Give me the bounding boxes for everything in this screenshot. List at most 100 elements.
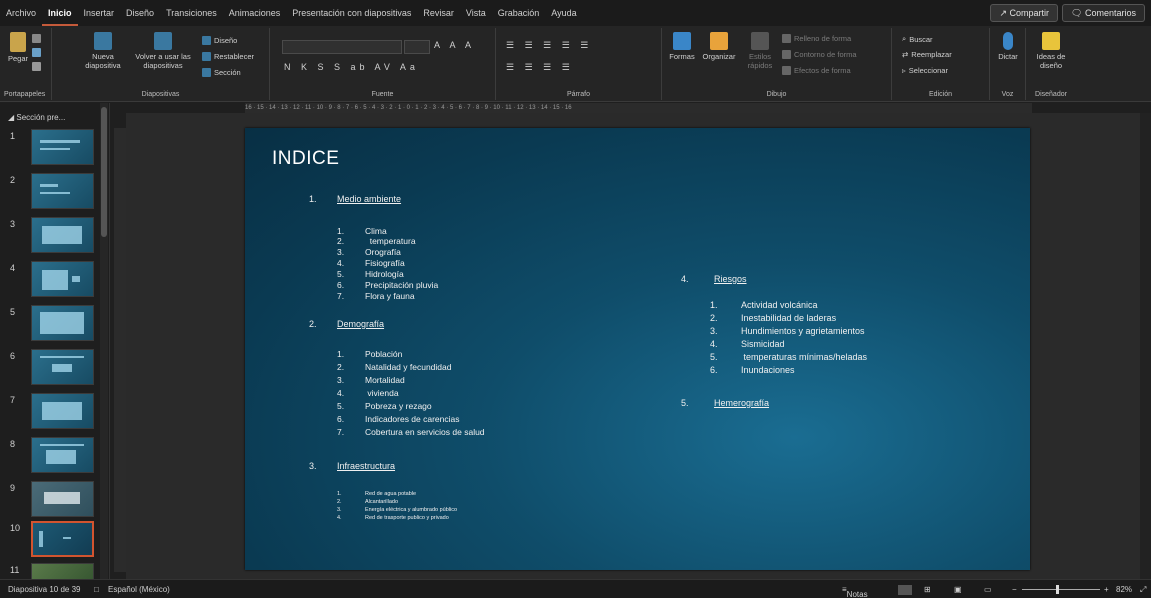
slide-thumbnail[interactable]: 2 [0, 173, 100, 211]
section-header[interactable]: ◢ Sección pre... [8, 113, 65, 122]
quick-styles-button[interactable]: Estilos rápidos [742, 32, 778, 70]
slide-thumbnail[interactable]: 3 [0, 217, 100, 255]
tab-revisar[interactable]: Revisar [417, 0, 460, 26]
layout-button[interactable]: Diseño [202, 36, 237, 45]
editing-label: Edición [929, 91, 952, 98]
tab-vista[interactable]: Vista [460, 0, 492, 26]
section-heading[interactable]: 5. Hemerografía [681, 398, 881, 408]
font-format-buttons[interactable]: N K S S ab AV Aa [284, 62, 419, 72]
zoom-level[interactable]: 82% [1116, 585, 1132, 594]
fill-icon [782, 34, 791, 43]
tab-presentacion[interactable]: Presentación con diapositivas [286, 0, 417, 26]
list-item: 2. temperatura [337, 236, 416, 246]
voice-label: Voz [1001, 91, 1014, 98]
slide-title[interactable]: INDICE [272, 148, 339, 170]
tab-transiciones[interactable]: Transiciones [160, 0, 223, 26]
tab-animaciones[interactable]: Animaciones [223, 0, 287, 26]
list-item: 4. Red de trasporte publico y privado [337, 515, 449, 521]
canvas-scrollbar[interactable] [1140, 113, 1151, 579]
clipboard-group: Pegar Portapapeles [0, 28, 52, 100]
horizontal-ruler: 16 · 15 · 14 · 13 · 12 · 11 · 10 · 9 · 8… [245, 103, 1032, 113]
shapes-button[interactable]: Formas [666, 32, 698, 61]
list-item: 2. Alcantarillado [337, 499, 399, 505]
format-painter-icon[interactable] [32, 62, 41, 71]
slide-thumbnails-panel: ◢ Sección pre... 1 2 3 4 5 6 7 8 9 10 11 [0, 103, 110, 579]
list-item: 7. Flora y fauna [337, 291, 415, 301]
status-bar: Diapositiva 10 de 39 □ Español (México) … [0, 579, 1151, 598]
reset-icon [202, 52, 211, 61]
reuse-slides-button[interactable]: Volver a usar las diapositivas [128, 32, 198, 70]
find-button[interactable]: ⌕ Buscar [902, 34, 933, 44]
share-button[interactable]: ↗ Compartir [990, 4, 1059, 22]
search-icon: ⌕ [902, 34, 907, 43]
tab-inicio[interactable]: Inicio [42, 0, 78, 26]
drawing-label: Dibujo [766, 91, 787, 98]
font-name-select[interactable] [282, 40, 402, 54]
section-button[interactable]: Sección [202, 68, 241, 77]
arrange-button[interactable]: Organizar [700, 32, 738, 61]
comments-button[interactable]: 🗨 Comentarios [1062, 4, 1145, 22]
replace-button[interactable]: ⇄ Reemplazar [902, 50, 952, 59]
design-ideas-icon [1042, 32, 1060, 50]
tab-archivo[interactable]: Archivo [0, 0, 42, 26]
tab-grabacion[interactable]: Grabación [492, 0, 546, 26]
list-item: 3. Mortalidad [337, 375, 405, 385]
zoom-out-button[interactable]: − [1012, 585, 1017, 594]
font-size-select[interactable] [404, 40, 430, 54]
list-buttons[interactable]: ☰ ☰ ☰ ☰ ☰ [506, 40, 592, 51]
shape-fill-button[interactable]: Relleno de forma [782, 34, 851, 43]
accessibility-icon[interactable]: □ [94, 585, 99, 594]
drawing-group: Formas Organizar Estilos rápidos Relleno… [662, 28, 892, 100]
slide-thumbnail[interactable]: 9 [0, 481, 100, 519]
list-item: 4. Fisiografía [337, 258, 405, 268]
font-size-adjust-icons[interactable]: A A A [434, 40, 475, 50]
tab-ayuda[interactable]: Ayuda [545, 0, 582, 26]
paste-button[interactable]: Pegar [6, 32, 30, 63]
align-buttons[interactable]: ☰ ☰ ☰ ☰ [506, 62, 574, 73]
dictate-button[interactable]: Dictar [994, 32, 1022, 61]
design-ideas-button[interactable]: Ideas de diseño [1030, 32, 1072, 70]
slides-label: Diapositivas [141, 91, 180, 98]
slideshow-icon[interactable]: ▭ [984, 585, 992, 594]
section-heading[interactable]: 1. Medio ambiente [309, 194, 509, 204]
shape-outline-button[interactable]: Contorno de forma [782, 50, 857, 59]
section-heading[interactable]: 4. Riesgos [681, 274, 881, 284]
section-heading[interactable]: 3. Infraestructura [309, 461, 509, 471]
slide-thumbnail[interactable]: 7 [0, 393, 100, 431]
slide-thumbnail[interactable]: 1 [0, 129, 100, 167]
select-button[interactable]: ▹ Seleccionar [902, 66, 948, 75]
list-item: 1. Red de agua potable [337, 491, 417, 497]
new-slide-button[interactable]: Nueva diapositiva [84, 32, 122, 70]
normal-view-icon[interactable] [898, 585, 912, 595]
reading-view-icon[interactable]: ▣ [954, 585, 962, 594]
quick-styles-icon [751, 32, 769, 50]
slide-thumbnail[interactable]: 5 [0, 305, 100, 343]
slide-thumbnail[interactable]: 11 [0, 563, 100, 579]
list-item: 2. Inestabilidad de laderas [710, 313, 837, 323]
reset-button[interactable]: Restablecer [202, 52, 254, 61]
notes-button[interactable]: ≡ Notas [842, 585, 868, 598]
slide-thumbnail[interactable]: 6 [0, 349, 100, 387]
list-item: 5. temperaturas mínimas/heladas [710, 352, 868, 362]
slide-thumbnail-selected[interactable]: 10 [0, 521, 100, 559]
fit-slide-icon[interactable]: ⤢ [1140, 585, 1146, 595]
ribbon: Pegar Portapapeles Nueva diapositiva Vol… [0, 26, 1151, 102]
zoom-in-button[interactable]: + [1104, 585, 1109, 594]
list-item: 6. Indicadores de carencias [337, 414, 460, 424]
list-item: 6. Precipitación pluvia [337, 280, 439, 290]
language[interactable]: Español (México) [108, 585, 170, 594]
slide-thumbnail[interactable]: 4 [0, 261, 100, 299]
zoom-slider-thumb[interactable] [1056, 585, 1059, 594]
zoom-slider[interactable] [1022, 589, 1100, 590]
cut-icon[interactable] [32, 34, 41, 43]
tab-insertar[interactable]: Insertar [78, 0, 121, 26]
thumbnails-scrollbar[interactable] [100, 103, 108, 579]
shape-effects-button[interactable]: Efectos de forma [782, 66, 851, 75]
slide[interactable]: INDICE 1. Medio ambiente 1. Clima 2. temp… [245, 128, 1030, 570]
slide-thumbnail[interactable]: 8 [0, 437, 100, 475]
slide-sorter-icon[interactable]: ⊞ [924, 585, 931, 594]
tab-diseno[interactable]: Diseño [120, 0, 160, 26]
copy-icon[interactable] [32, 48, 41, 57]
section-heading[interactable]: 2. Demografía [309, 319, 509, 329]
replace-icon: ⇄ [902, 50, 909, 59]
